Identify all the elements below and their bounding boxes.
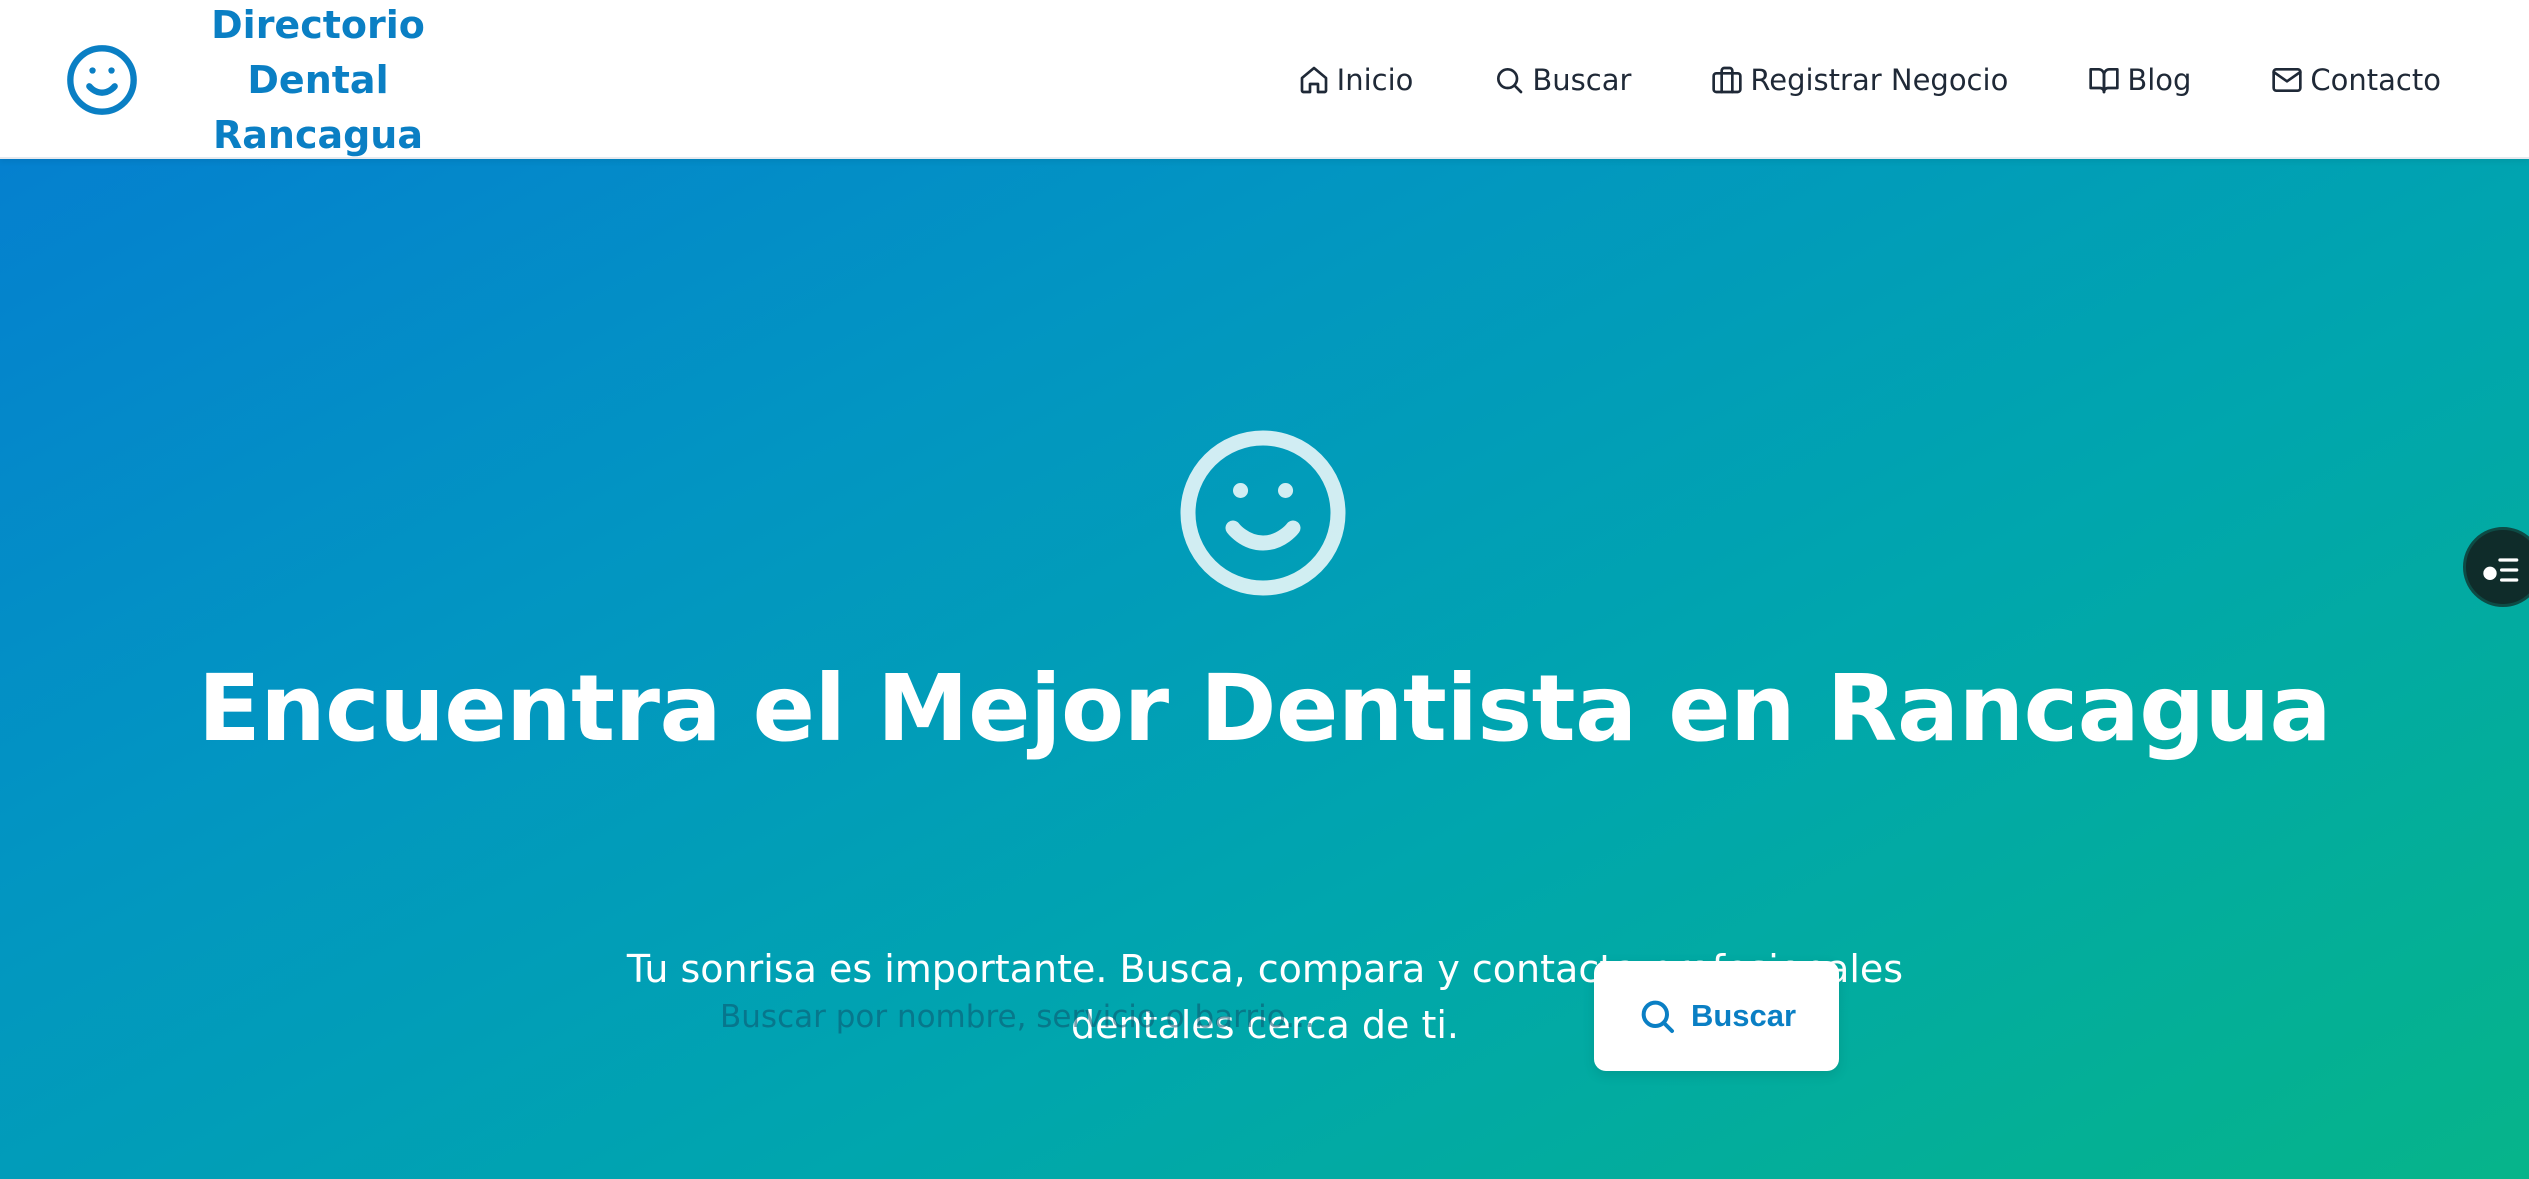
nav-item-buscar[interactable]: Buscar [1493, 63, 1631, 97]
book-open-icon [2089, 68, 2119, 94]
nav-item-blog[interactable]: Blog [2088, 63, 2191, 97]
search-icon [1641, 1000, 1674, 1033]
nav-item-contacto[interactable]: Contacto [2271, 63, 2441, 97]
briefcase-icon [1712, 66, 1743, 94]
main-nav: Inicio Buscar Registrar Negocio Blog Con… [1298, 56, 2441, 104]
search-input[interactable] [700, 962, 1580, 1072]
smile-icon [1180, 430, 1346, 596]
brand-logo-link[interactable]: Directorio Dental Rancagua [64, 3, 476, 157]
brand-name: Directorio Dental Rancagua [211, 2, 425, 157]
nav-item-label: Blog [2127, 63, 2192, 97]
home-icon [1300, 66, 1327, 94]
nav-item-label: Registrar Negocio [1750, 63, 2009, 97]
nav-item-label: Contacto [2310, 63, 2441, 97]
mail-icon [2272, 68, 2303, 92]
hero-title: Encuentra el Mejor Dentista en Rancagua [197, 655, 2332, 762]
nav-item-inicio[interactable]: Inicio [1298, 63, 1414, 97]
nav-item-label: Buscar [1532, 63, 1632, 97]
accessibility-menu-icon [2483, 558, 2519, 582]
smile-icon [67, 45, 137, 115]
search-button-label: Buscar [1690, 998, 1797, 1033]
nav-item-label: Inicio [1336, 63, 1414, 97]
search-icon [1497, 68, 1523, 94]
search-button[interactable]: Buscar [1594, 961, 1839, 1071]
site-header: Directorio Dental Rancagua Inicio Buscar… [0, 0, 2529, 159]
nav-item-registrar-negocio[interactable]: Registrar Negocio [1711, 63, 2008, 97]
